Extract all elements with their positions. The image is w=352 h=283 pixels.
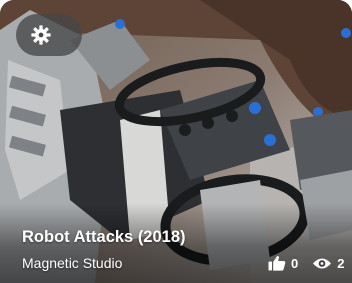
project-stats: 0 2 (268, 254, 344, 272)
project-card[interactable]: Robot Attacks (2018) Magnetic Studio 0 2 (0, 0, 352, 283)
settings-button[interactable] (16, 14, 82, 56)
views-stat: 2 (312, 256, 344, 271)
views-count: 2 (337, 255, 345, 271)
project-author[interactable]: Magnetic Studio (22, 255, 122, 271)
gear-icon (31, 25, 51, 45)
likes-count: 0 (291, 255, 299, 271)
project-title[interactable]: Robot Attacks (2018) (22, 228, 186, 247)
eye-icon (313, 258, 332, 268)
likes-stat: 0 (268, 255, 298, 271)
thumbs-up-icon (268, 256, 286, 271)
